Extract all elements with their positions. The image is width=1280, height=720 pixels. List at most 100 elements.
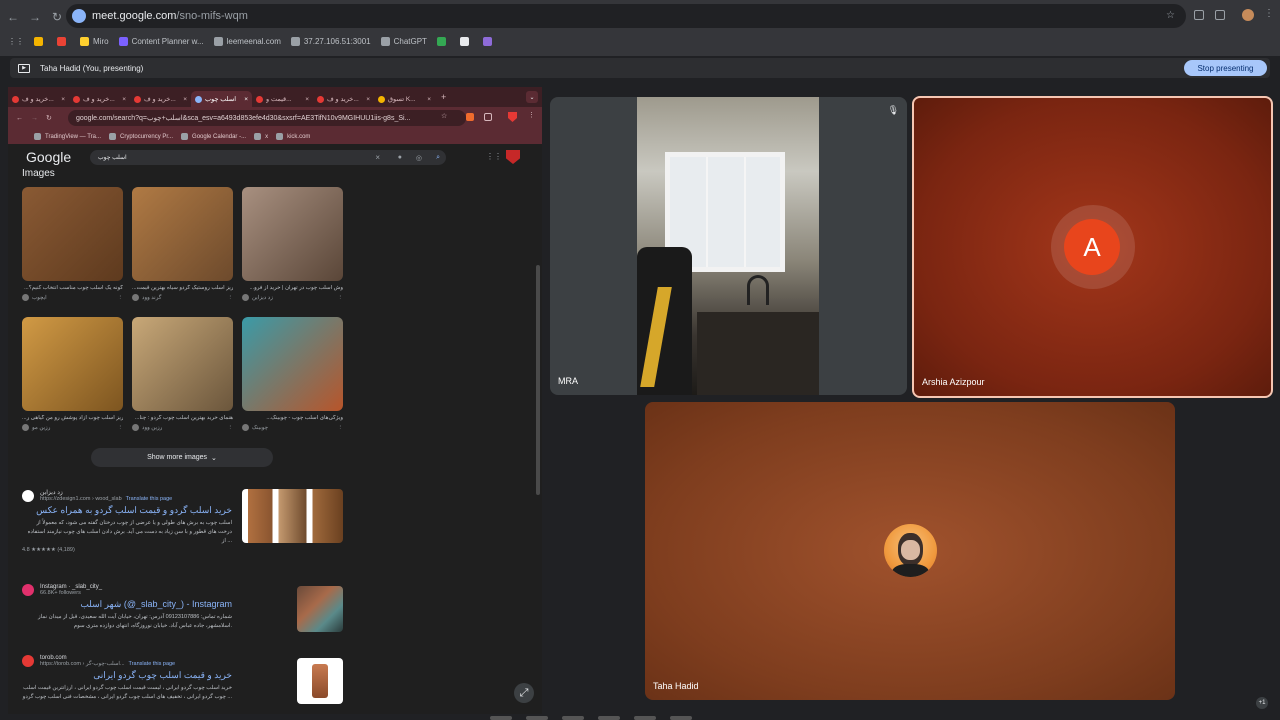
inner-tab[interactable]: خرید و ف... × bbox=[130, 91, 191, 107]
back-icon[interactable]: ← bbox=[4, 8, 22, 26]
profile-avatar[interactable] bbox=[1242, 9, 1254, 21]
bookmark-item[interactable]: ChatGPT bbox=[380, 36, 427, 46]
tab-search-icon[interactable]: ⌄ bbox=[526, 91, 538, 103]
image-caption[interactable]: ...هنمای خرید بهترین اسلب چوب گردو : چنا bbox=[132, 415, 233, 421]
image-thumbnail[interactable] bbox=[242, 187, 343, 281]
bookmark-item[interactable] bbox=[34, 36, 47, 46]
more-options-icon[interactable]: ⋮ bbox=[118, 425, 124, 431]
site-info-icon[interactable] bbox=[72, 9, 86, 23]
inner-back-icon[interactable]: ← bbox=[16, 115, 23, 122]
image-result[interactable]: ...هنمای خرید بهترین اسلب چوب گردو : چنا… bbox=[132, 317, 233, 431]
tab-close-icon[interactable]: × bbox=[61, 96, 65, 103]
inner-address-bar[interactable]: google.com/search?q=اسلب+چوب&sca_esv=a64… bbox=[68, 110, 466, 126]
inner-bookmark-item[interactable]: TradingView — Tra... bbox=[34, 133, 101, 140]
translate-link[interactable]: Translate this page bbox=[129, 661, 176, 667]
result-thumbnail-1[interactable] bbox=[242, 489, 343, 543]
show-more-images-button[interactable]: Show more images ⌄ bbox=[91, 448, 273, 467]
inner-star-icon[interactable]: ☆ bbox=[441, 112, 447, 120]
inner-tab[interactable]: خرید و ف... × bbox=[8, 91, 69, 107]
translate-link[interactable]: Translate this page bbox=[126, 496, 173, 502]
image-thumbnail[interactable] bbox=[22, 187, 123, 281]
image-result[interactable]: ...گونه یک اسلب چوب مناسب انتخاب کنیم؟ ا… bbox=[22, 187, 123, 301]
inner-forward-icon[interactable]: → bbox=[31, 115, 38, 122]
tab-close-icon[interactable]: × bbox=[305, 96, 309, 103]
inner-bookmark-item[interactable]: kick.com bbox=[276, 133, 310, 140]
image-caption[interactable]: ...ریز اسلب چوب آزاد پوشش رو من گیاهی ر bbox=[22, 415, 123, 421]
extensions-puzzle-icon[interactable] bbox=[1215, 10, 1225, 20]
image-result[interactable]: ...ریز اسلب چوب آزاد پوشش رو من گیاهی ر … bbox=[22, 317, 123, 431]
image-result[interactable]: ...وش اسلب چوب در تهران | خرید از فرو زد… bbox=[242, 187, 343, 301]
more-options-icon[interactable]: ⋮ bbox=[338, 295, 344, 301]
lens-icon[interactable]: ◎ bbox=[416, 154, 422, 162]
inner-tab[interactable]: اسلب چوب × bbox=[191, 91, 252, 107]
participant-tile-mra[interactable]: 🎙︎ MRA bbox=[550, 97, 907, 395]
google-apps-icon[interactable]: ⋮⋮ bbox=[486, 152, 502, 161]
inner-bookmark-item[interactable]: x bbox=[254, 133, 268, 140]
extension-brave-icon[interactable] bbox=[466, 113, 474, 121]
bookmark-item[interactable] bbox=[436, 36, 450, 46]
image-caption[interactable]: ...ریز اسلب روستیک گردو سیاه بهترین قیمت bbox=[132, 285, 233, 291]
result-title[interactable]: خرید و قیمت اسلب چوب گردو ایرانی bbox=[22, 670, 232, 681]
bookmark-item[interactable]: leemeenal.com bbox=[213, 36, 281, 46]
google-account-icon[interactable] bbox=[506, 150, 520, 164]
inner-bookmark-item[interactable]: Google Calendar -... bbox=[181, 133, 246, 140]
inner-tab[interactable]: خرید و ف... × bbox=[313, 91, 374, 107]
scrollbar[interactable] bbox=[536, 265, 540, 495]
stop-presenting-button[interactable]: Stop presenting bbox=[1184, 60, 1267, 76]
more-options-icon[interactable]: ⋮ bbox=[228, 425, 234, 431]
inner-tab[interactable]: تسوق K... × bbox=[374, 91, 435, 107]
bookmark-item[interactable] bbox=[57, 36, 70, 46]
new-tab-icon[interactable]: + bbox=[441, 92, 446, 102]
inner-extensions-icon[interactable] bbox=[484, 113, 492, 121]
mic-icon[interactable]: ● bbox=[398, 154, 402, 161]
bookmark-star-icon[interactable]: ☆ bbox=[1166, 10, 1175, 21]
result-thumbnail-2[interactable] bbox=[297, 586, 343, 632]
image-caption[interactable]: ...وش اسلب چوب در تهران | خرید از فرو bbox=[242, 285, 343, 291]
result-title[interactable]: شهر اسلب (@_slab_city_) - Instagram bbox=[22, 599, 232, 610]
tab-close-icon[interactable]: × bbox=[366, 96, 370, 103]
inner-menu-icon[interactable]: ⋮ bbox=[528, 111, 535, 119]
reload-icon[interactable]: ↻ bbox=[48, 8, 66, 26]
more-options-icon[interactable]: ⋮ bbox=[228, 295, 234, 301]
inner-bookmark-item[interactable]: Cryptocurrency Pr... bbox=[109, 133, 173, 140]
site-url[interactable]: 66.8K+ followers bbox=[40, 590, 81, 596]
bookmark-item[interactable] bbox=[459, 36, 473, 46]
inner-tab[interactable]: خرید و ف... × bbox=[69, 91, 130, 107]
search-icon[interactable]: ⌕ bbox=[436, 154, 440, 162]
image-result[interactable]: ...ویژگی‌های اسلب چوب - چوبینک چوبینک ⋮ bbox=[242, 317, 343, 431]
image-thumbnail[interactable] bbox=[132, 187, 233, 281]
result-title[interactable]: خرید اسلب گردو و قیمت اسلب گردو به همراه… bbox=[22, 505, 232, 516]
image-result[interactable]: ...ریز اسلب روستیک گردو سیاه بهترین قیمت… bbox=[132, 187, 233, 301]
expand-icon[interactable]: ⤢ bbox=[514, 683, 534, 703]
inner-tab[interactable]: قیمت و... × bbox=[252, 91, 313, 107]
more-options-icon[interactable]: ⋮ bbox=[338, 425, 344, 431]
bookmark-item[interactable]: Content Planner w... bbox=[118, 36, 204, 46]
bookmark-item[interactable] bbox=[482, 36, 496, 46]
image-thumbnail[interactable] bbox=[132, 317, 233, 411]
participant-tile-arshia[interactable]: A Arshia Azizpour bbox=[912, 96, 1273, 398]
google-logo[interactable]: Google bbox=[26, 149, 71, 165]
tab-close-icon[interactable]: × bbox=[122, 96, 126, 103]
more-options-icon[interactable]: ⋮ bbox=[118, 295, 124, 301]
image-thumbnail[interactable] bbox=[22, 317, 123, 411]
google-search-box[interactable]: اسلب چوب × ● ◎ ⌕ bbox=[90, 150, 446, 165]
tab-close-icon[interactable]: × bbox=[183, 96, 187, 103]
image-thumbnail[interactable] bbox=[242, 317, 343, 411]
address-bar[interactable]: meet.google.com/sno-mifs-wqm bbox=[66, 4, 1186, 28]
bookmark-item[interactable]: Miro bbox=[80, 36, 109, 46]
more-menu-icon[interactable]: ⋮ bbox=[1264, 8, 1274, 19]
shield-icon[interactable] bbox=[508, 112, 517, 122]
participant-tile-taha[interactable]: Taha Hadid bbox=[645, 402, 1175, 700]
forward-icon[interactable]: → bbox=[26, 8, 44, 26]
overflow-badge[interactable]: +1 bbox=[1256, 697, 1268, 709]
extension-icon[interactable] bbox=[1194, 10, 1204, 20]
tab-close-icon[interactable]: × bbox=[427, 96, 431, 103]
apps-grid-icon[interactable]: ⋮⋮ bbox=[8, 37, 24, 46]
result-thumbnail-3[interactable] bbox=[297, 658, 343, 704]
bookmark-item[interactable]: 37.27.106.51:3001 bbox=[290, 36, 371, 46]
image-caption[interactable]: ...گونه یک اسلب چوب مناسب انتخاب کنیم؟ bbox=[22, 285, 123, 291]
site-url[interactable]: https://zdesign1.com › wood_slab bbox=[40, 496, 122, 502]
tab-close-icon[interactable]: × bbox=[244, 96, 248, 103]
clear-icon[interactable]: × bbox=[375, 153, 380, 162]
inner-reload-icon[interactable]: ↻ bbox=[46, 114, 52, 122]
